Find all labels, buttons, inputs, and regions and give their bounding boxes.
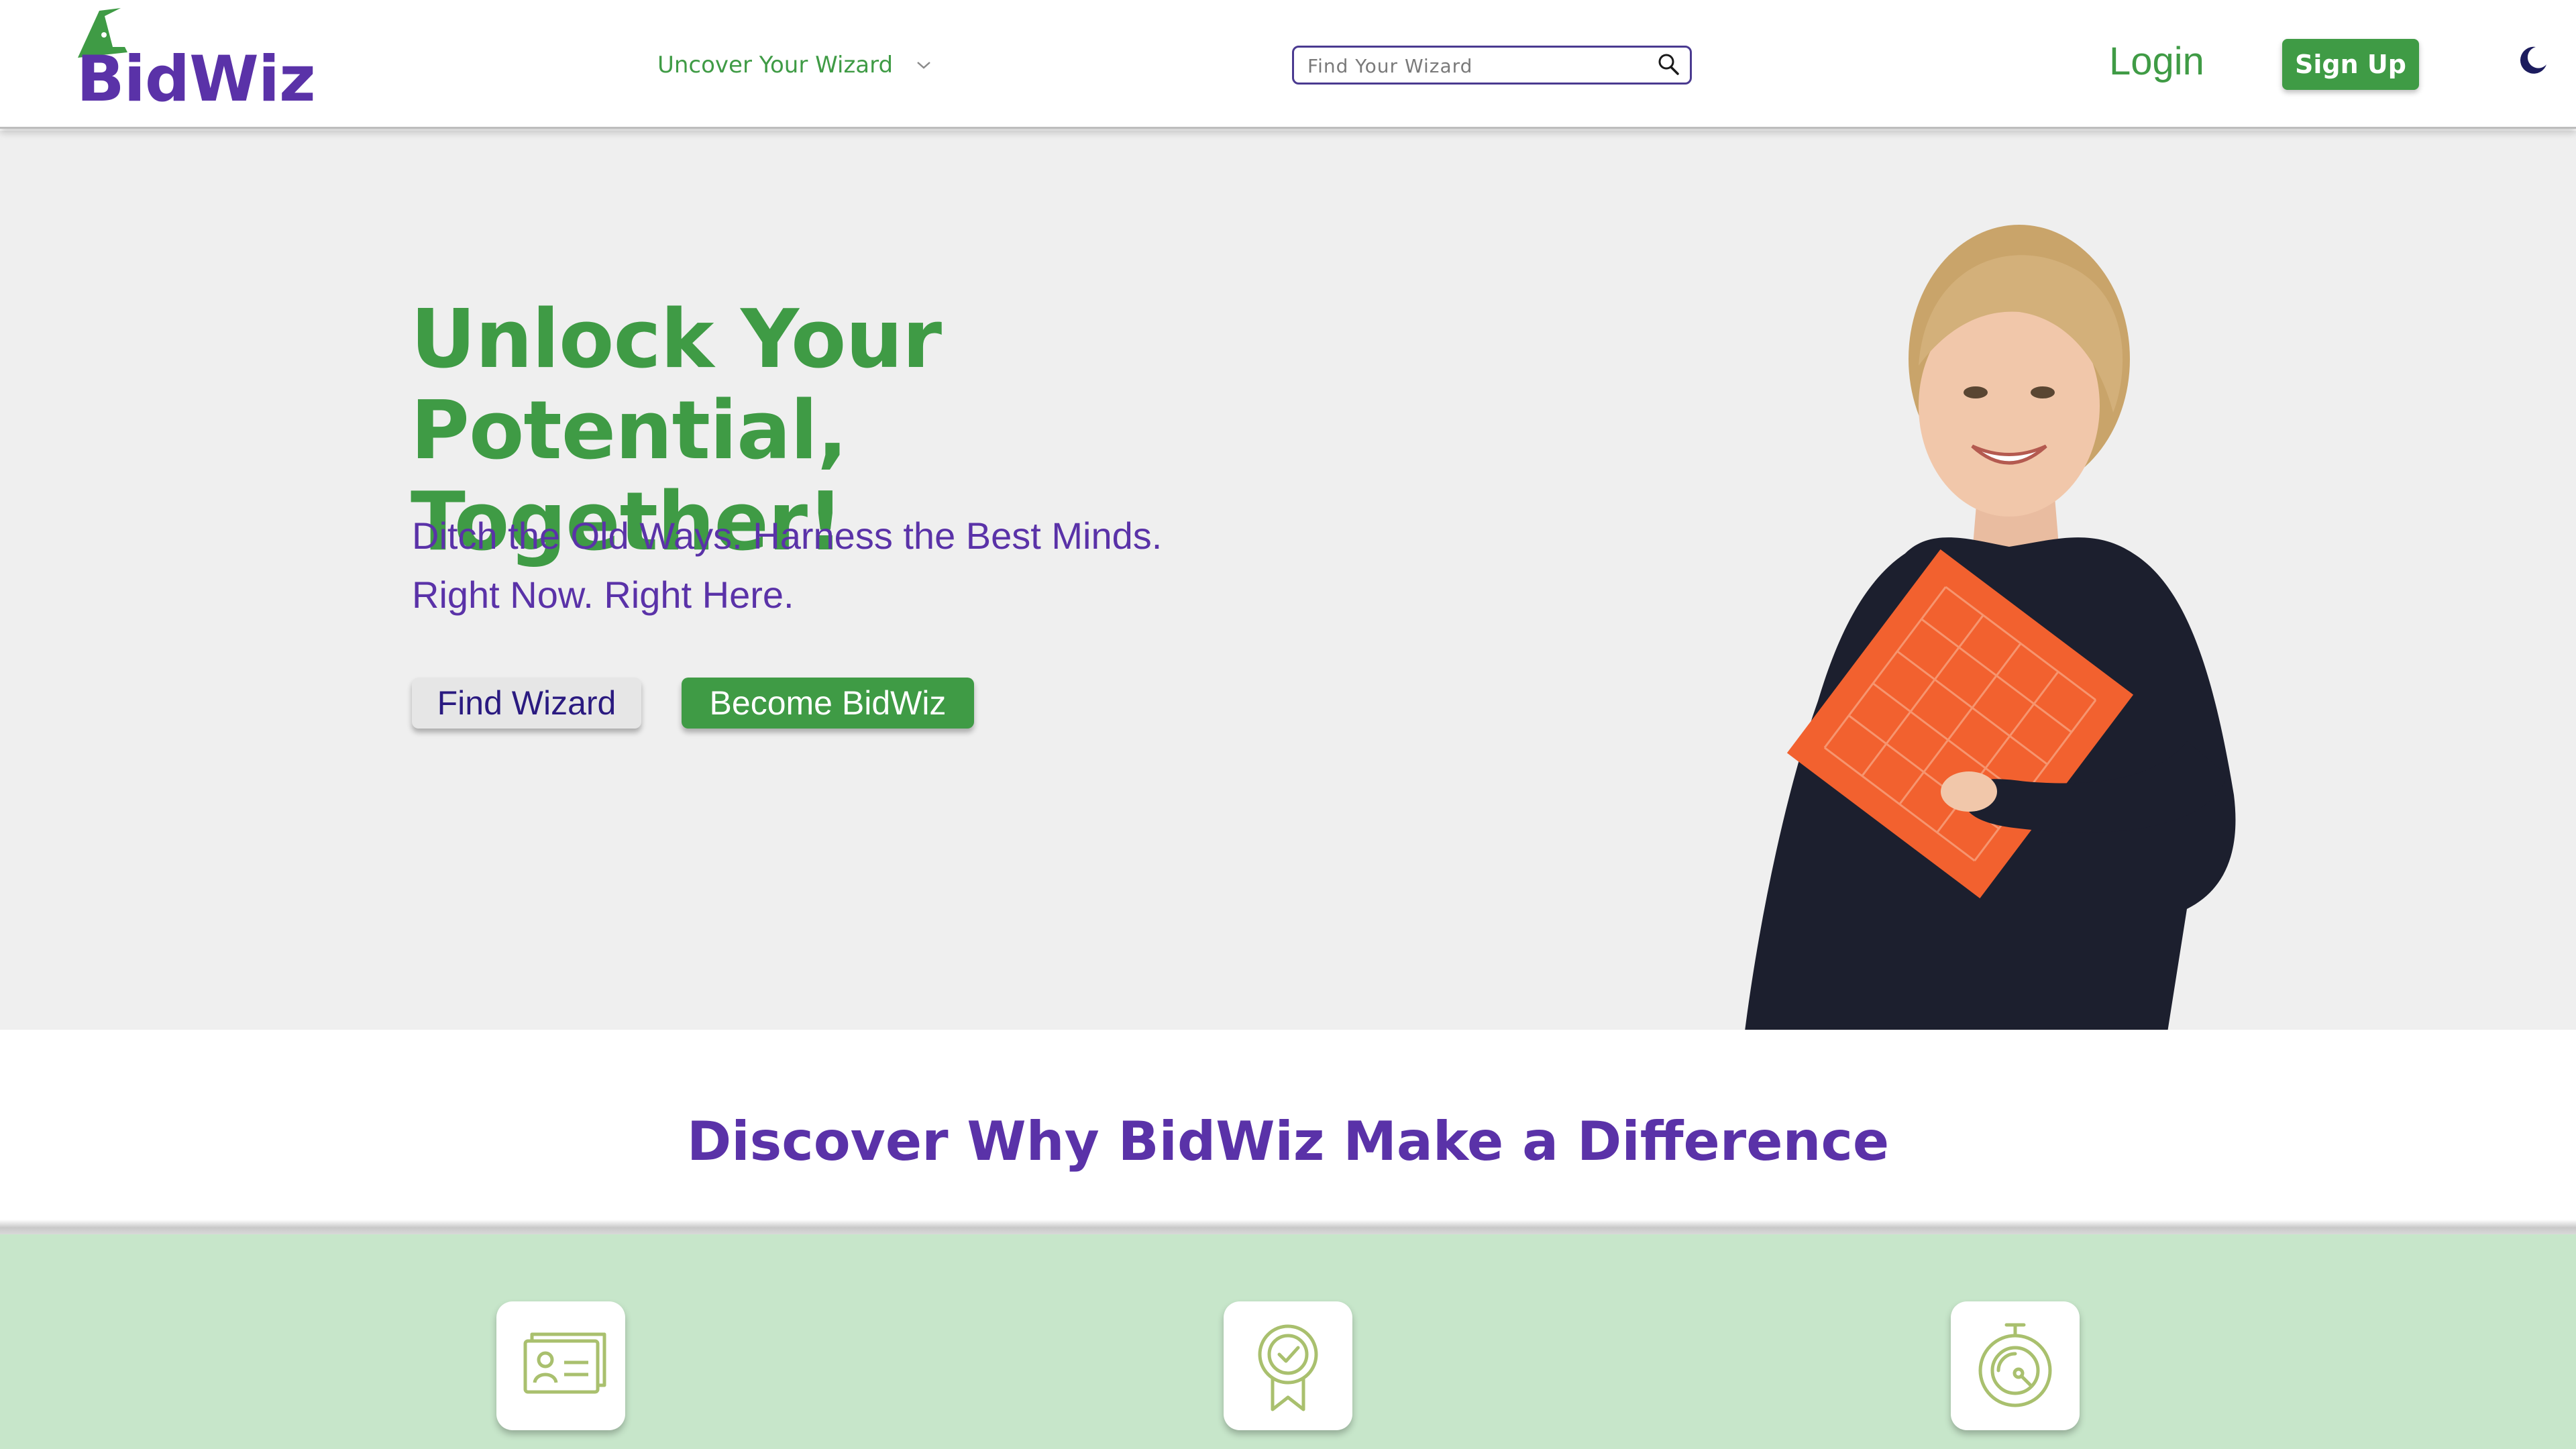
sign-up-button[interactable]: Sign Up: [2282, 39, 2419, 90]
feature-card-award[interactable]: [1224, 1301, 1352, 1430]
uncover-wizard-dropdown[interactable]: Uncover Your Wizard: [657, 48, 932, 82]
search-box: [1292, 46, 1692, 85]
site-header: BidWiz Uncover Your Wizard Login Sign Up: [0, 0, 2576, 129]
feature-card-profile[interactable]: [496, 1301, 625, 1430]
find-wizard-button[interactable]: Find Wizard: [412, 678, 641, 729]
hero-subtitle-line-2: Right Now. Right Here.: [412, 574, 794, 616]
feature-card-stopwatch[interactable]: [1951, 1301, 2080, 1430]
hero-subtitle-line-1: Ditch the Old Ways. Harness the Best Min…: [412, 515, 1163, 557]
hero-woman-photo: [1745, 225, 2236, 1030]
login-link[interactable]: Login: [2109, 39, 2204, 84]
stopwatch-icon: [1978, 1323, 2052, 1407]
bidwiz-logo[interactable]: BidWiz: [72, 5, 316, 119]
logo-text: BidWiz: [76, 43, 316, 116]
award-badge-icon: [1258, 1324, 1318, 1411]
discover-section: Discover Why BidWiz Make a Difference: [0, 1030, 2576, 1220]
dropdown-label: Uncover Your Wizard: [657, 52, 894, 78]
search-icon[interactable]: [1655, 52, 1682, 78]
discover-heading: Discover Why BidWiz Make a Difference: [686, 1110, 1890, 1173]
features-section: [0, 1234, 2576, 1449]
section-divider: [0, 1220, 2576, 1234]
hero-subtitle: Ditch the Old Ways. Harness the Best Min…: [412, 506, 1485, 625]
chevron-down-icon: [917, 62, 930, 69]
hero-section: Unlock Your Potential, Together! Ditch t…: [0, 131, 2576, 1030]
become-bidwiz-button[interactable]: Become BidWiz: [682, 678, 974, 729]
hero-title-line-1: Unlock Your Potential,: [411, 293, 942, 478]
moon-icon[interactable]: [2516, 43, 2549, 76]
search-input[interactable]: [1307, 53, 1656, 78]
profile-card-icon: [523, 1332, 606, 1394]
